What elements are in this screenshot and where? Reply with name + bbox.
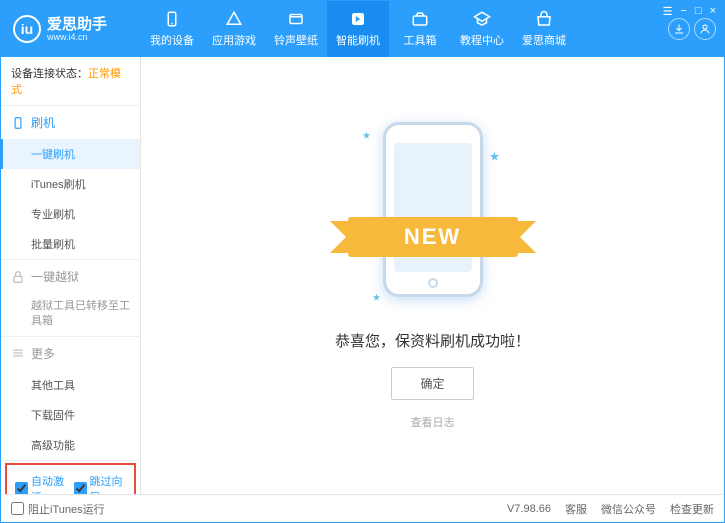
media-icon — [287, 10, 305, 28]
brand-name: 爱思助手 — [47, 17, 107, 32]
jailbreak-note: 越狱工具已转移至工具箱 — [1, 293, 140, 336]
toolbox-icon — [411, 10, 429, 28]
nav-tabs: 我的设备 应用游戏 铃声壁纸 智能刷机 工具箱 教程中心 爱思商城 — [141, 1, 668, 57]
tab-tutorials[interactable]: 教程中心 — [451, 1, 513, 57]
brand-url: www.i4.cn — [47, 32, 107, 42]
menu-icon[interactable]: ☰ — [663, 5, 673, 18]
version-label: V7.98.66 — [507, 503, 551, 515]
sidebar-item-oneclick[interactable]: 一键刷机 — [1, 139, 140, 169]
sidebar: 设备连接状态：正常模式 刷机 一键刷机 iTunes刷机 专业刷机 批量刷机 一… — [1, 57, 141, 494]
header: iu 爱思助手 www.i4.cn 我的设备 应用游戏 铃声壁纸 智能刷机 工具… — [1, 1, 724, 57]
tab-store[interactable]: 爱思商城 — [513, 1, 575, 57]
footer-service[interactable]: 客服 — [565, 501, 587, 517]
tab-flash[interactable]: 智能刷机 — [327, 1, 389, 57]
apps-icon — [225, 10, 243, 28]
user-icon — [699, 23, 711, 35]
sidebar-item-pro[interactable]: 专业刷机 — [1, 199, 140, 229]
checkbox-skip-guide[interactable]: 跳过向导 — [74, 473, 127, 494]
user-button[interactable] — [694, 18, 716, 40]
window-controls: ☰ − □ × — [663, 5, 716, 18]
footer-update[interactable]: 检查更新 — [670, 501, 714, 517]
download-icon — [673, 23, 685, 35]
sidebar-jailbreak-header[interactable]: 一键越狱 — [1, 260, 140, 293]
download-button[interactable] — [668, 18, 690, 40]
success-message: 恭喜您，保资料刷机成功啦！ — [335, 330, 530, 351]
close-button[interactable]: × — [710, 5, 716, 18]
store-icon — [535, 10, 553, 28]
lock-icon — [11, 270, 25, 284]
tutorial-icon — [473, 10, 491, 28]
ok-button[interactable]: 确定 — [391, 367, 473, 400]
connection-status: 设备连接状态：正常模式 — [1, 57, 140, 106]
sidebar-checkboxes: 自动激活 跳过向导 — [5, 463, 136, 494]
minimize-button[interactable]: − — [680, 5, 686, 18]
new-badge: NEW — [348, 217, 518, 257]
phone-icon — [11, 116, 25, 130]
tab-apps[interactable]: 应用游戏 — [203, 1, 265, 57]
view-log-link[interactable]: 查看日志 — [411, 414, 455, 430]
brand-logo[interactable]: iu 爱思助手 www.i4.cn — [1, 15, 141, 43]
tab-ringtones[interactable]: 铃声壁纸 — [265, 1, 327, 57]
sidebar-item-batch[interactable]: 批量刷机 — [1, 229, 140, 259]
footer-wechat[interactable]: 微信公众号 — [601, 501, 656, 517]
sidebar-item-advanced[interactable]: 高级功能 — [1, 430, 140, 460]
checkbox-auto-activate[interactable]: 自动激活 — [15, 473, 68, 494]
checkbox-block-itunes[interactable]: 阻止iTunes运行 — [11, 501, 105, 517]
sidebar-more-header[interactable]: 更多 — [1, 337, 140, 370]
logo-icon: iu — [13, 15, 41, 43]
tab-toolbox[interactable]: 工具箱 — [389, 1, 451, 57]
menu-icon — [11, 346, 25, 360]
main-content: NEW 恭喜您，保资料刷机成功啦！ 确定 查看日志 — [141, 57, 724, 494]
sidebar-item-download[interactable]: 下载固件 — [1, 400, 140, 430]
sidebar-flash-header[interactable]: 刷机 — [1, 106, 140, 139]
phone-illustration: NEW — [358, 122, 508, 312]
tab-my-device[interactable]: 我的设备 — [141, 1, 203, 57]
sidebar-item-itunes[interactable]: iTunes刷机 — [1, 169, 140, 199]
header-actions — [668, 18, 724, 40]
device-icon — [163, 10, 181, 28]
sidebar-item-other[interactable]: 其他工具 — [1, 370, 140, 400]
maximize-button[interactable]: □ — [695, 5, 702, 18]
flash-icon — [349, 10, 367, 28]
footer: 阻止iTunes运行 V7.98.66 客服 微信公众号 检查更新 — [1, 494, 724, 522]
